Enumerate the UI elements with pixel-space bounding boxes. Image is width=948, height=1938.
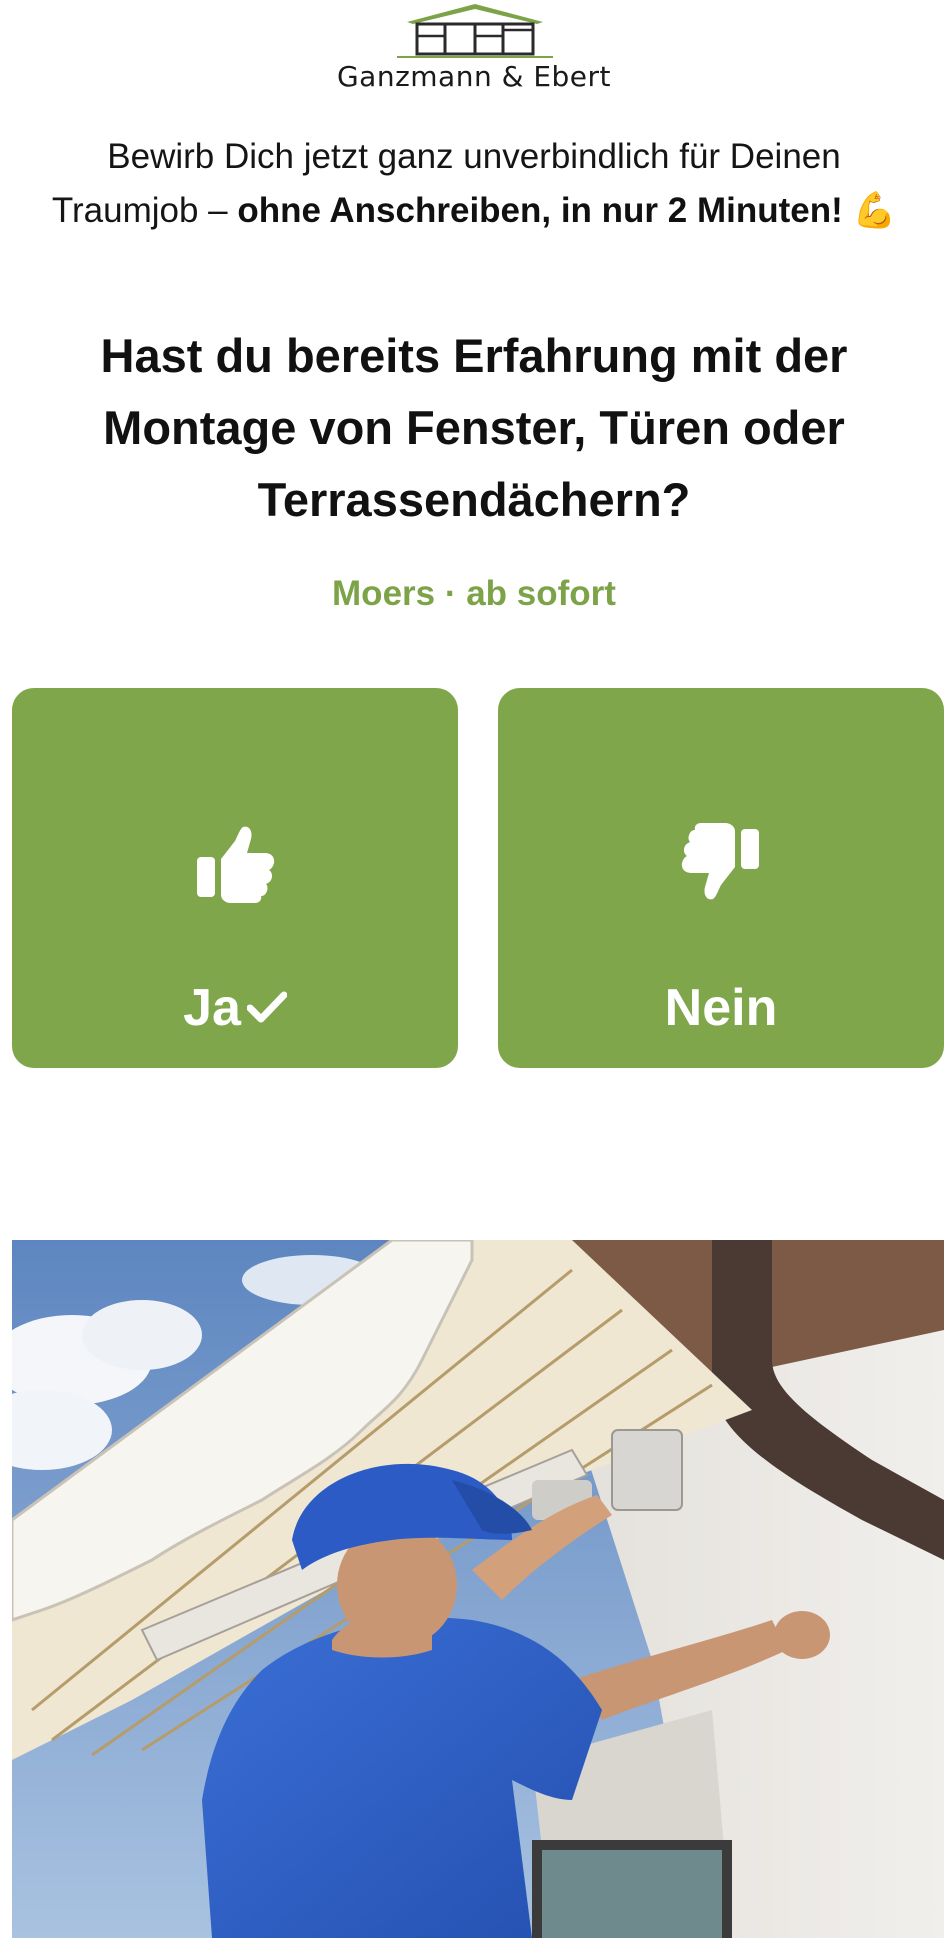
- thumbs-down-icon: [681, 823, 759, 900]
- job-location-start: Moers · ab sofort: [332, 574, 616, 613]
- logo-house-icon: [397, 4, 553, 58]
- company-logo: Ganzmann & Ebert: [0, 0, 948, 100]
- company-name: Ganzmann & Ebert: [336, 60, 612, 93]
- checkmark-icon: [246, 991, 287, 1023]
- answer-yes-button[interactable]: Ja: [12, 688, 458, 1068]
- thumbs-up-icon: [197, 826, 275, 903]
- hero-photo-worker-installing-awning: [12, 1240, 944, 1938]
- application-page: Ganzmann & Ebert Bewirb Dich jetzt ganz …: [0, 0, 948, 1938]
- answer-no-button[interactable]: Nein: [498, 688, 944, 1068]
- intro-text: Bewirb Dich jetzt ganz unverbindlich für…: [30, 130, 918, 238]
- answer-yes-label-row: Ja: [12, 978, 458, 1038]
- flexed-biceps-emoji: 💪: [852, 191, 897, 230]
- answer-no-label: Nein: [664, 979, 778, 1037]
- question-title: Hast du bereits Erfahrung mit der Montag…: [100, 329, 848, 526]
- answer-yes-label: Ja: [183, 979, 241, 1037]
- intro-bold: ohne Anschreiben, in nur 2 Minuten!: [237, 191, 843, 230]
